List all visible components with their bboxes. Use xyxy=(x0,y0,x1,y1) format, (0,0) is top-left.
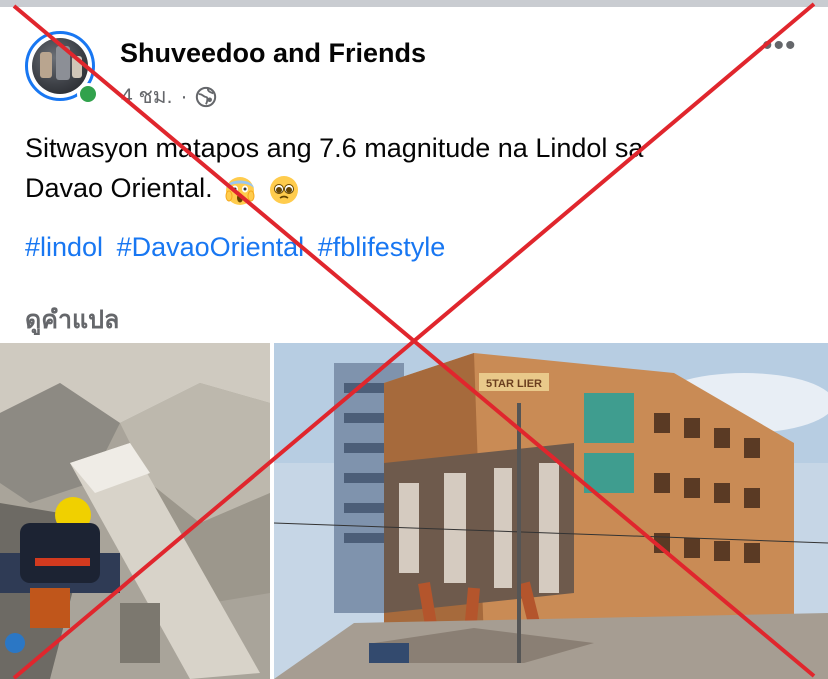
post-body: Sitwasyon matapos ang 7.6 magnitude na L… xyxy=(25,128,805,208)
meta-separator: · xyxy=(180,84,188,108)
online-status-icon xyxy=(77,83,99,105)
more-options-icon[interactable]: ••• xyxy=(762,31,802,61)
see-translation-link[interactable]: ดูคำแปล xyxy=(25,300,119,340)
post-text-line2: Davao Oriental. xyxy=(25,173,213,203)
hashtag-fblifestyle[interactable]: #fblifestyle xyxy=(318,232,446,262)
pleading-face-icon xyxy=(269,175,298,204)
top-separator xyxy=(0,0,828,7)
collapsed-building-photo[interactable]: 5TAR LIER xyxy=(274,343,828,679)
hashtag-lindol[interactable]: #lindol xyxy=(25,232,103,262)
face-screaming-in-fear-icon xyxy=(225,176,255,205)
post-meta: 4 ชม. · xyxy=(121,80,217,113)
rescuer-in-rubble-photo[interactable] xyxy=(0,343,270,679)
post-timestamp[interactable]: 4 ชม. xyxy=(121,80,172,113)
page-name-link[interactable]: Shuveedoo and Friends xyxy=(120,38,426,69)
hashtag-list: #lindol #DavaoOriental #fblifestyle xyxy=(25,232,451,263)
post-text-line1: Sitwasyon matapos ang 7.6 magnitude na L… xyxy=(25,133,644,163)
post-photos: 5TAR LIER xyxy=(0,343,828,679)
globe-icon xyxy=(196,86,217,107)
building-sign-text: 5TAR LIER xyxy=(486,378,542,390)
hashtag-davao-oriental[interactable]: #DavaoOriental xyxy=(117,232,305,262)
page-avatar[interactable] xyxy=(25,31,101,107)
